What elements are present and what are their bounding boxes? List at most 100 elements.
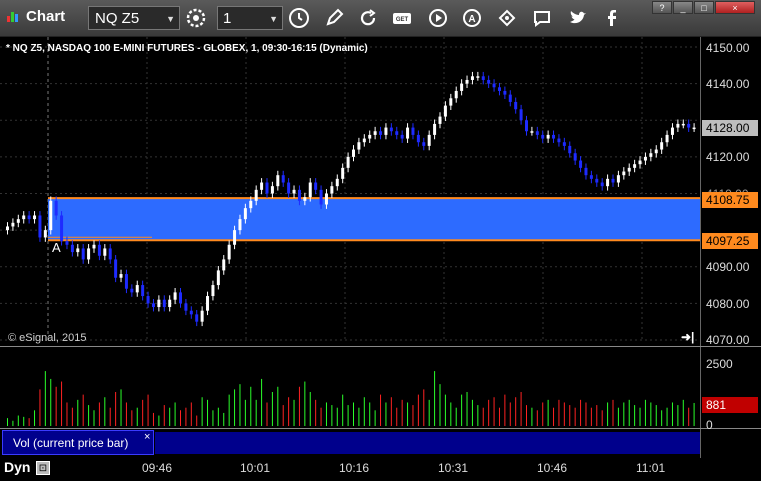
close-study-button[interactable]: × bbox=[144, 431, 150, 443]
candle-body bbox=[157, 299, 161, 308]
candle-body bbox=[341, 167, 345, 179]
candle-body bbox=[535, 131, 539, 135]
candle-body bbox=[238, 219, 242, 231]
candle-body bbox=[670, 127, 674, 135]
interval-input[interactable]: 1 ▼ bbox=[217, 6, 283, 30]
refresh-icon[interactable] bbox=[356, 6, 380, 30]
time-label: 10:16 bbox=[339, 461, 370, 475]
chat-icon[interactable] bbox=[530, 6, 554, 30]
candle-body bbox=[600, 182, 604, 187]
candle-body bbox=[400, 134, 404, 139]
candle-body bbox=[324, 193, 328, 205]
candle-body bbox=[557, 138, 561, 143]
candle-body bbox=[519, 109, 523, 121]
volume-tick: 0 bbox=[706, 418, 713, 432]
candle-body bbox=[368, 134, 372, 139]
pencil-icon[interactable] bbox=[322, 6, 346, 30]
candle-body bbox=[211, 285, 215, 297]
help-button[interactable]: ? bbox=[652, 1, 672, 14]
candle-body bbox=[373, 131, 377, 135]
candle-body bbox=[297, 189, 301, 201]
candle-body bbox=[103, 248, 107, 256]
candle-body bbox=[411, 127, 415, 135]
watermark: © eSignal, 2015 bbox=[8, 332, 87, 344]
candle-body bbox=[276, 175, 280, 187]
candle-body bbox=[200, 310, 204, 322]
svg-text:A: A bbox=[468, 14, 475, 25]
volume-label-strip bbox=[155, 432, 700, 454]
price-tick: 4080.00 bbox=[706, 297, 750, 311]
candle-body bbox=[584, 167, 588, 176]
candle-body bbox=[43, 230, 47, 238]
candle-body bbox=[357, 142, 361, 150]
candle-body bbox=[497, 87, 501, 91]
price-band bbox=[48, 197, 700, 242]
candle-body bbox=[416, 134, 420, 143]
candle-body bbox=[649, 153, 653, 157]
candle-body bbox=[427, 134, 431, 146]
get-icon[interactable]: GET bbox=[390, 6, 414, 30]
volume-study-label[interactable]: Vol (current price bar) bbox=[2, 430, 154, 455]
band-high-tag: 4108.75 bbox=[702, 192, 758, 208]
maximize-button[interactable]: □ bbox=[694, 1, 714, 14]
candle-body bbox=[135, 285, 139, 293]
clock-icon[interactable] bbox=[287, 6, 311, 30]
a-icon[interactable]: A bbox=[460, 6, 484, 30]
lock-icon[interactable]: ⊡ bbox=[36, 461, 50, 475]
candle-body bbox=[222, 259, 226, 271]
candle-body bbox=[76, 248, 80, 253]
candle-body bbox=[54, 200, 58, 216]
window-title: Chart bbox=[26, 8, 66, 25]
price-chart[interactable] bbox=[0, 37, 761, 458]
facebook-icon[interactable] bbox=[600, 6, 624, 30]
candle-body bbox=[206, 296, 210, 311]
candle-body bbox=[335, 178, 339, 187]
minimize-button[interactable]: _ bbox=[673, 1, 693, 14]
candle-body bbox=[314, 182, 318, 190]
candle-body bbox=[151, 303, 155, 308]
twitter-icon[interactable] bbox=[566, 6, 590, 30]
time-label: 09:46 bbox=[142, 461, 173, 475]
close-button[interactable]: × bbox=[715, 1, 755, 14]
volume-tick: 2500 bbox=[706, 357, 733, 371]
candle-body bbox=[114, 259, 118, 278]
candle-body bbox=[227, 244, 231, 260]
tag-icon[interactable] bbox=[495, 6, 519, 30]
candle-body bbox=[49, 200, 53, 231]
svg-text:GET: GET bbox=[396, 17, 409, 23]
candle-body bbox=[443, 105, 447, 117]
scroll-to-end-icon[interactable]: ➜| bbox=[681, 330, 694, 344]
candle-body bbox=[362, 138, 366, 143]
candle-body bbox=[525, 120, 528, 132]
chevron-down-icon[interactable]: ▼ bbox=[166, 7, 175, 31]
time-label: 10:31 bbox=[438, 461, 469, 475]
dynamic-mode-label[interactable]: Dyn bbox=[4, 459, 30, 475]
candle-body bbox=[665, 134, 669, 143]
candle-body bbox=[195, 314, 199, 322]
time-label: 10:01 bbox=[240, 461, 271, 475]
time-label: 11:01 bbox=[636, 461, 666, 475]
chevron-down-icon[interactable]: ▼ bbox=[269, 7, 278, 31]
symbol-input[interactable]: NQ Z5 ▼ bbox=[88, 6, 180, 30]
candle-body bbox=[270, 186, 274, 194]
marker-label: A bbox=[52, 240, 61, 255]
candle-body bbox=[643, 156, 647, 161]
candle-body bbox=[481, 76, 485, 80]
interval-value: 1 bbox=[223, 10, 232, 27]
candle-body bbox=[303, 197, 307, 201]
candle-body bbox=[438, 116, 442, 124]
play-icon[interactable] bbox=[426, 6, 450, 30]
settings-icon[interactable] bbox=[184, 6, 208, 30]
price-tick: 4140.00 bbox=[706, 77, 750, 91]
candle-body bbox=[65, 241, 69, 245]
candle-body bbox=[589, 175, 593, 179]
candle-body bbox=[681, 123, 685, 126]
candle-body bbox=[460, 83, 464, 91]
last-price-tag: 4128.00 bbox=[702, 120, 758, 136]
time-label: 10:46 bbox=[537, 461, 568, 475]
candle-body bbox=[254, 189, 258, 201]
candle-body bbox=[406, 127, 410, 139]
candle-body bbox=[562, 142, 566, 146]
candle-body bbox=[627, 167, 631, 172]
candle-body bbox=[124, 274, 128, 289]
